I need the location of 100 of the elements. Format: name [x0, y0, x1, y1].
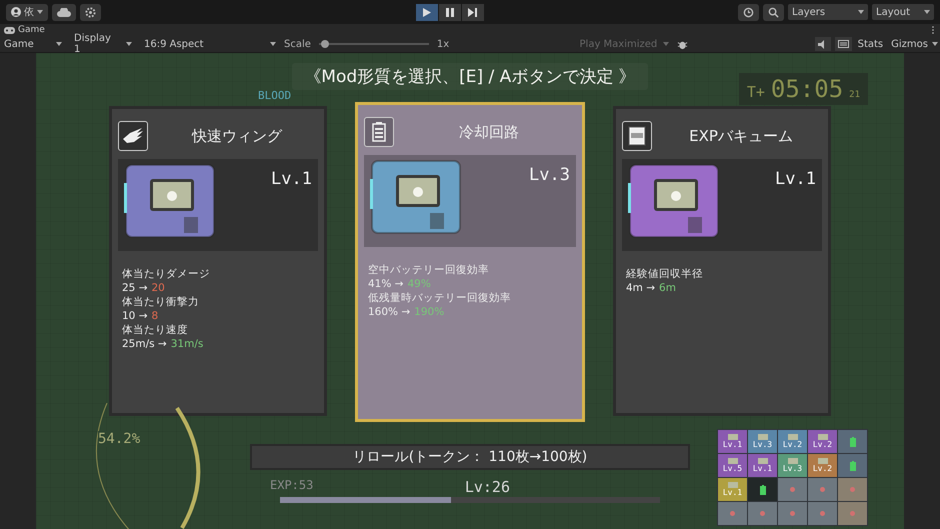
- stat-label: 低残量時バッテリー回復効率: [368, 291, 512, 305]
- clock-icon: [743, 6, 754, 18]
- slot-dot-icon: [850, 511, 855, 516]
- hud-label: BLOOD: [258, 89, 292, 102]
- stat-label: 体当たりダメージ: [122, 267, 211, 281]
- stat-label: 体当たり速度: [122, 323, 189, 337]
- search-button[interactable]: [763, 4, 784, 20]
- slot-level: Lv.3: [782, 464, 802, 473]
- stat-before: 25m/s →: [122, 337, 167, 351]
- mod-slot[interactable]: Lv.1: [718, 430, 747, 453]
- user-icon: [11, 7, 21, 17]
- slot-dot-icon: [730, 511, 735, 516]
- scale-label: Scale: [284, 38, 311, 50]
- slot-dot-icon: [850, 487, 855, 492]
- caret-icon: [56, 42, 62, 46]
- module-screen-icon: [788, 434, 798, 440]
- mod-slot[interactable]: Lv.2: [808, 430, 837, 453]
- mod-card[interactable]: 快速ウィング Lv.1 体当たりダメージ 25 → 20 体当たり衝撃力 10 → 8 体当たり速度 25m/s → 31m/s: [109, 106, 327, 416]
- layout-dropdown[interactable]: Layout: [872, 4, 934, 20]
- mod-slot[interactable]: Lv.2: [778, 430, 807, 453]
- layers-dropdown[interactable]: Layers: [788, 4, 868, 20]
- module-screen-icon: [788, 458, 798, 464]
- step-icon: [468, 8, 477, 16]
- stat-label: 経験値回収半径: [626, 267, 704, 281]
- pause-button[interactable]: [438, 4, 460, 20]
- gauge-percent: 54.2%: [98, 431, 140, 447]
- stat-label: 空中バッテリー回復効率: [368, 263, 490, 277]
- caret-icon: [924, 10, 930, 14]
- stat-after: 20: [152, 281, 165, 295]
- account-dropdown[interactable]: 依: [6, 4, 48, 20]
- card-title: 冷却回路: [458, 122, 520, 142]
- stat-after: 190%: [414, 305, 444, 319]
- stat-after: 6m: [659, 281, 676, 295]
- mod-slot[interactable]: Lv.5: [718, 454, 747, 477]
- slot-level: Lv.3: [752, 440, 772, 449]
- stat-after: 49%: [407, 277, 431, 291]
- pause-icon: [446, 8, 454, 16]
- game-tab[interactable]: Game: [4, 25, 45, 35]
- audio-button[interactable]: [814, 37, 831, 51]
- module-screen-icon: [758, 458, 768, 464]
- stat-after: 31m/s: [170, 337, 204, 351]
- caret-icon: [663, 42, 670, 46]
- settings-button[interactable]: [80, 4, 101, 20]
- mod-slot[interactable]: Lv.2: [808, 454, 837, 477]
- wing-icon: [122, 127, 144, 145]
- mod-card[interactable]: 冷却回路 Lv.3 空中バッテリー回復効率 41% → 49% 低残量時バッテリー回復効率 160% → 190%: [355, 102, 585, 422]
- mod-level: Lv.3: [529, 165, 570, 185]
- module-screen-icon: [818, 434, 828, 440]
- slot-level: Lv.1: [722, 440, 742, 449]
- stat-before: 160% →: [368, 305, 410, 319]
- cloud-button[interactable]: [52, 4, 76, 20]
- stat-before: 4m →: [626, 281, 656, 295]
- player-level: Lv:26: [464, 478, 510, 496]
- tab-label: Game: [18, 25, 45, 35]
- card-title: EXPバキューム: [688, 126, 794, 146]
- battery-icon: [758, 484, 766, 494]
- slot-level: Lv.5: [722, 464, 742, 473]
- play-icon: [422, 8, 430, 16]
- gamepad-icon: [4, 26, 15, 34]
- caret-icon: [932, 42, 938, 46]
- slot-dot-icon: [760, 511, 765, 516]
- module-screen-icon: [728, 434, 738, 440]
- mod-slot[interactable]: Lv.1: [748, 454, 777, 477]
- module-screen-icon: [758, 434, 768, 440]
- card-title: 快速ウィング: [190, 126, 284, 146]
- battery-icon: [848, 436, 856, 446]
- slot-level: Lv.2: [812, 464, 832, 473]
- mod-slot[interactable]: Lv.3: [748, 430, 777, 453]
- search-icon: [768, 6, 779, 18]
- battery-icon: [848, 460, 856, 470]
- slot-dot-icon: [790, 511, 795, 516]
- stat-label: 体当たり衝撃力: [122, 295, 200, 309]
- stats-button[interactable]: Stats: [856, 38, 886, 50]
- battery-icon: [372, 122, 386, 142]
- panel-icon: [838, 40, 849, 48]
- caret-icon: [37, 10, 43, 14]
- history-button[interactable]: [738, 4, 759, 20]
- slot-level: Lv.1: [752, 464, 772, 473]
- module-screen-icon: [728, 482, 738, 488]
- battery-slot[interactable]: [748, 478, 777, 501]
- account-name: 依: [24, 6, 34, 19]
- slot-dot-icon: [790, 487, 795, 492]
- exp-counter: EXP:53: [270, 478, 314, 494]
- gizmos-dropdown[interactable]: Gizmos: [889, 38, 940, 50]
- scale-slider-thumb[interactable]: [321, 40, 330, 48]
- slot-dot-icon: [820, 487, 825, 492]
- instruction-banner: 《Mod形質を選択、[E] / Aボタンで決定 》: [292, 63, 648, 90]
- play-button[interactable]: [416, 4, 438, 20]
- module-screen-icon: [728, 458, 738, 464]
- mod-level: Lv.1: [775, 169, 816, 189]
- stat-before: 10 →: [122, 309, 148, 323]
- slot-level: Lv.2: [812, 440, 832, 449]
- caret-icon: [126, 42, 132, 46]
- stat-after: 8: [152, 309, 158, 323]
- reroll-button[interactable]: リロール(トークン： 110枚→100枚): [250, 444, 690, 470]
- stats-icon-button[interactable]: [834, 37, 852, 51]
- step-button[interactable]: [462, 4, 484, 20]
- slot-level: Lv.1: [722, 488, 742, 497]
- timer-value: 05:05: [770, 75, 844, 103]
- mod-card[interactable]: EXPバキューム Lv.1 経験値回収半径 4m → 6m: [613, 106, 831, 416]
